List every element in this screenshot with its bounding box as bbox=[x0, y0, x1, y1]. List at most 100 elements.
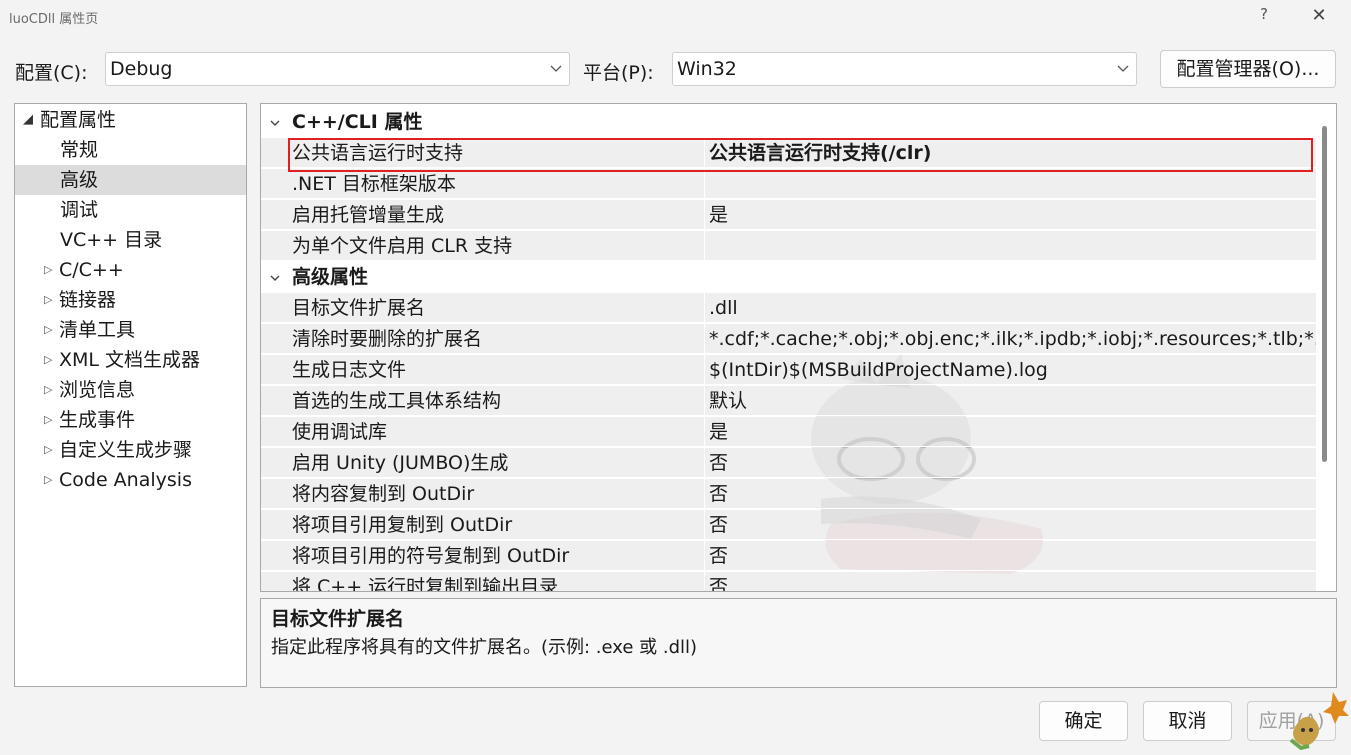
window-title: luoCDll 属性页 bbox=[9, 12, 99, 27]
property-name: 公共语言运行时支持 bbox=[292, 142, 464, 164]
tree-item-1[interactable]: 常规 bbox=[15, 135, 246, 165]
collapsed-triangle-icon[interactable]: ▷ bbox=[44, 315, 52, 345]
tree-item-label: XML 文档生成器 bbox=[59, 349, 201, 371]
chevron-down-icon bbox=[550, 65, 562, 72]
tree-item-xml[interactable]: ▷ XML 文档生成器 bbox=[15, 345, 246, 375]
close-button[interactable]: ✕ bbox=[1307, 4, 1331, 28]
tree-item-label: 常规 bbox=[60, 139, 99, 161]
column-divider bbox=[704, 448, 705, 477]
category-title: 高级属性 bbox=[292, 266, 369, 288]
tree-root-config-properties[interactable]: ◢ 配置属性 bbox=[15, 105, 246, 135]
tree-item-vc[interactable]: VC++ 目录 bbox=[15, 225, 246, 255]
property-row[interactable]: 启用托管增量生成 是 bbox=[261, 200, 1316, 230]
property-name: 为单个文件启用 CLR 支持 bbox=[292, 235, 513, 257]
collapsed-triangle-icon[interactable]: ▷ bbox=[44, 345, 52, 375]
mascot-overlay-icon bbox=[1289, 692, 1349, 751]
property-row[interactable]: 将内容复制到 OutDir 否 bbox=[261, 479, 1316, 509]
property-name: 首选的生成工具体系结构 bbox=[292, 390, 502, 412]
property-row[interactable]: 公共语言运行时支持 公共语言运行时支持(/clr) bbox=[261, 138, 1316, 168]
property-value[interactable]: 默认 bbox=[709, 386, 1316, 415]
property-value[interactable]: 否 bbox=[709, 448, 1316, 477]
property-value[interactable]: 否 bbox=[709, 510, 1316, 539]
description-title: 目标文件扩展名 bbox=[271, 608, 405, 630]
tree-item-c-c[interactable]: ▷ C/C++ bbox=[15, 255, 246, 285]
grid-category[interactable]: C++/CLI 属性 bbox=[261, 107, 1316, 137]
column-divider bbox=[704, 293, 705, 322]
property-value[interactable]: .dll bbox=[709, 293, 1316, 322]
property-name: 将项目引用复制到 OutDir bbox=[292, 514, 513, 536]
collapsed-triangle-icon[interactable]: ▷ bbox=[44, 255, 52, 285]
property-name: 使用调试库 bbox=[292, 421, 388, 443]
platform-label: 平台(P): bbox=[583, 62, 654, 84]
description-panel: 目标文件扩展名 指定此程序将具有的文件扩展名。(示例: .exe 或 .dll) bbox=[260, 598, 1337, 688]
column-divider bbox=[704, 324, 705, 353]
property-row[interactable]: 将项目引用的符号复制到 OutDir 否 bbox=[261, 541, 1316, 571]
help-button[interactable]: ? bbox=[1256, 5, 1272, 23]
chevron-down-icon[interactable] bbox=[269, 117, 281, 129]
collapsed-triangle-icon[interactable]: ▷ bbox=[44, 375, 52, 405]
platform-select[interactable]: Win32 bbox=[672, 52, 1137, 86]
tree-item-label: 自定义生成步骤 bbox=[59, 439, 193, 461]
grid-category[interactable]: 高级属性 bbox=[261, 262, 1316, 292]
property-name: 将 C++ 运行时复制到输出目录 bbox=[292, 576, 559, 592]
column-divider bbox=[704, 510, 705, 539]
property-value[interactable]: 否 bbox=[709, 572, 1316, 591]
property-value[interactable]: 是 bbox=[709, 417, 1316, 446]
property-name: 目标文件扩展名 bbox=[292, 297, 426, 319]
property-name: 将内容复制到 OutDir bbox=[292, 483, 475, 505]
chevron-down-icon[interactable] bbox=[269, 272, 281, 284]
property-row[interactable]: 清除时要删除的扩展名 *.cdf;*.cache;*.obj;*.obj.enc;… bbox=[261, 324, 1316, 354]
property-row[interactable]: 启用 Unity (JUMBO)生成 否 bbox=[261, 448, 1316, 478]
tree-item-label: 清单工具 bbox=[59, 319, 136, 341]
collapsed-triangle-icon[interactable]: ▷ bbox=[44, 465, 52, 495]
ok-button[interactable]: 确定 bbox=[1039, 701, 1128, 741]
column-divider bbox=[704, 417, 705, 446]
cancel-button[interactable]: 取消 bbox=[1143, 701, 1232, 741]
tree-item-label: 高级 bbox=[60, 169, 99, 191]
property-value[interactable]: *.cdf;*.cache;*.obj;*.obj.enc;*.ilk;*.ip… bbox=[709, 324, 1316, 353]
tree-item-code-analysis[interactable]: ▷ Code Analysis bbox=[15, 465, 246, 495]
column-divider bbox=[704, 200, 705, 229]
vertical-scrollbar[interactable] bbox=[1322, 126, 1327, 462]
property-name: 生成日志文件 bbox=[292, 359, 407, 381]
property-value[interactable]: 否 bbox=[709, 541, 1316, 570]
chevron-down-icon bbox=[1117, 65, 1129, 72]
tree-item-10[interactable]: ▷ 生成事件 bbox=[15, 405, 246, 435]
column-divider bbox=[704, 386, 705, 415]
collapsed-triangle-icon[interactable]: ▷ bbox=[44, 405, 52, 435]
collapsed-triangle-icon[interactable]: ▷ bbox=[44, 285, 52, 315]
tree-item-2[interactable]: 高级 bbox=[15, 165, 246, 195]
property-row[interactable]: 使用调试库 是 bbox=[261, 417, 1316, 447]
configuration-manager-button[interactable]: 配置管理器(O)... bbox=[1160, 50, 1336, 88]
column-divider bbox=[704, 541, 705, 570]
tree-item-3[interactable]: 调试 bbox=[15, 195, 246, 225]
column-divider bbox=[704, 355, 705, 384]
column-divider bbox=[704, 572, 705, 591]
collapsed-triangle-icon[interactable]: ▷ bbox=[44, 435, 52, 465]
tree-item-7[interactable]: ▷ 清单工具 bbox=[15, 315, 246, 345]
property-row[interactable]: 为单个文件启用 CLR 支持 bbox=[261, 231, 1316, 261]
property-row[interactable]: .NET 目标框架版本 bbox=[261, 169, 1316, 199]
tree-item-label: 调试 bbox=[60, 199, 99, 221]
property-row[interactable]: 将项目引用复制到 OutDir 否 bbox=[261, 510, 1316, 540]
property-row[interactable]: 将 C++ 运行时复制到输出目录 否 bbox=[261, 572, 1316, 592]
column-divider bbox=[704, 231, 705, 260]
property-tree: ◢ 配置属性 常规 高级 调试 VC++ 目录 ▷ C/C++ ▷ 链接器 ▷ 清单工具 ▷ XML … bbox=[14, 103, 247, 687]
config-value: Debug bbox=[110, 58, 173, 80]
category-title: C++/CLI 属性 bbox=[292, 111, 423, 133]
tree-item-9[interactable]: ▷ 浏览信息 bbox=[15, 375, 246, 405]
property-row[interactable]: 生成日志文件 $(IntDir)$(MSBuildProjectName).log bbox=[261, 355, 1316, 385]
tree-item-label: C/C++ bbox=[59, 259, 124, 281]
property-value[interactable]: 是 bbox=[709, 200, 1316, 229]
title-bar: luoCDll 属性页 ? ✕ bbox=[0, 0, 1351, 34]
column-divider bbox=[704, 479, 705, 508]
property-row[interactable]: 目标文件扩展名 .dll bbox=[261, 293, 1316, 323]
tree-item-11[interactable]: ▷ 自定义生成步骤 bbox=[15, 435, 246, 465]
property-value[interactable]: 否 bbox=[709, 479, 1316, 508]
config-select[interactable]: Debug bbox=[105, 52, 570, 86]
property-value[interactable]: 公共语言运行时支持(/clr) bbox=[709, 138, 1316, 167]
property-row[interactable]: 首选的生成工具体系结构 默认 bbox=[261, 386, 1316, 416]
property-grid: C++/CLI 属性公共语言运行时支持 公共语言运行时支持(/clr) .NET 目… bbox=[260, 103, 1337, 592]
property-value[interactable]: $(IntDir)$(MSBuildProjectName).log bbox=[709, 355, 1316, 384]
tree-item-6[interactable]: ▷ 链接器 bbox=[15, 285, 246, 315]
